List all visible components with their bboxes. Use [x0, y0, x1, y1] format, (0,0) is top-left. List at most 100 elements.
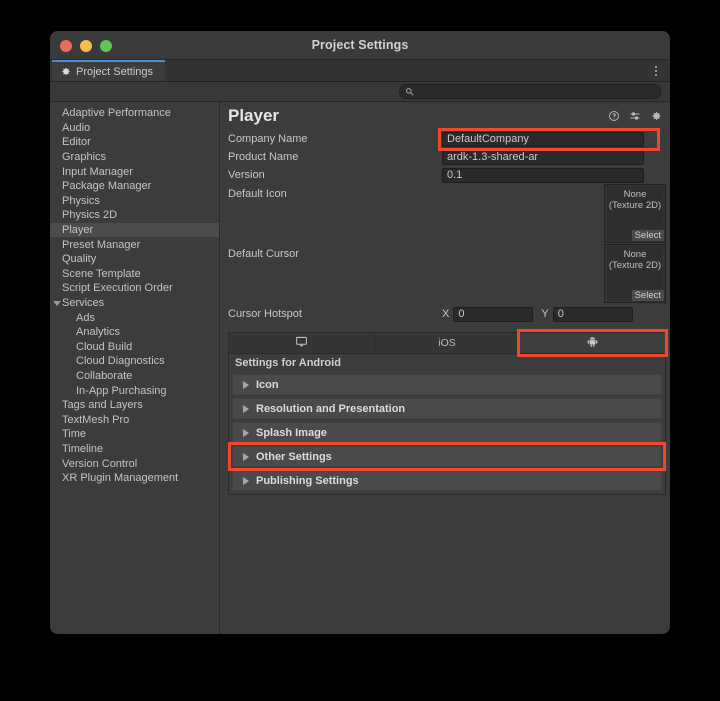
- section-label: Splash Image: [256, 426, 327, 439]
- sidebar-item-label: Analytics: [76, 326, 121, 339]
- sidebar-item-label: In-App Purchasing: [76, 384, 167, 397]
- default-cursor-object-field[interactable]: None (Texture 2D) Select: [604, 244, 666, 303]
- sidebar-item-input-manager[interactable]: Input Manager: [50, 164, 219, 179]
- sidebar-item-scene-template[interactable]: Scene Template: [50, 267, 219, 282]
- default-cursor-label: Default Cursor: [228, 248, 299, 260]
- sidebar-item-label: Adaptive Performance: [62, 107, 171, 120]
- sidebar-item-xr-plugin-management[interactable]: XR Plugin Management: [50, 471, 219, 486]
- sidebar-item-label: Quality: [62, 253, 97, 266]
- hotspot-x-label: X: [442, 308, 450, 320]
- hotspot-x-input[interactable]: 0: [453, 306, 534, 322]
- sidebar-item-adaptive-performance[interactable]: Adaptive Performance: [50, 106, 219, 121]
- version-row: Version 0.1: [220, 166, 670, 184]
- chevron-right-icon[interactable]: [243, 476, 249, 485]
- sidebar-item-label: Collaborate: [76, 369, 133, 382]
- search-icon: [405, 83, 414, 101]
- page-title: Player: [228, 106, 280, 125]
- sidebar-item-tags-and-layers[interactable]: Tags and Layers: [50, 398, 219, 413]
- company-name-input[interactable]: DefaultCompany: [442, 131, 644, 147]
- sidebar-item-label: TextMesh Pro: [62, 413, 130, 426]
- sidebar-item-player[interactable]: Player: [50, 222, 219, 238]
- sidebar-item-label: Player: [62, 224, 94, 237]
- sidebar-item-label: Services: [62, 297, 105, 310]
- preset-icon[interactable]: [629, 109, 641, 127]
- section-label: Icon: [256, 378, 279, 391]
- sidebar-item-physics[interactable]: Physics: [50, 194, 219, 209]
- sidebar-item-textmesh-pro[interactable]: TextMesh Pro: [50, 412, 219, 427]
- sidebar-item-label: Ads: [76, 311, 95, 324]
- chevron-down-icon[interactable]: [53, 300, 61, 306]
- sidebar-item-label: Time: [62, 428, 87, 441]
- platform-tab-android[interactable]: [520, 333, 666, 353]
- section-icon[interactable]: Icon: [232, 374, 662, 395]
- version-input[interactable]: 0.1: [442, 167, 644, 183]
- sidebar-item-package-manager[interactable]: Package Manager: [50, 179, 219, 194]
- gear-icon: [60, 66, 71, 77]
- sidebar-item-cloud-build[interactable]: Cloud Build: [50, 340, 219, 355]
- chevron-right-icon[interactable]: [243, 428, 249, 437]
- platform-tab-ios[interactable]: iOS: [375, 333, 521, 353]
- hotspot-y-input[interactable]: 0: [552, 306, 633, 322]
- section-resolution-and-presentation[interactable]: Resolution and Presentation: [232, 398, 662, 419]
- product-name-input[interactable]: ardk-1.3-shared-ar: [442, 149, 644, 165]
- default-icon-object-field[interactable]: None (Texture 2D) Select: [604, 184, 666, 243]
- chevron-right-icon[interactable]: [243, 404, 249, 413]
- sidebar-item-label: Cloud Diagnostics: [76, 355, 165, 368]
- settings-for-platform-label: Settings for Android: [228, 354, 666, 372]
- sidebar-item-label: Tags and Layers: [62, 399, 143, 412]
- hotspot-y-label: Y: [541, 308, 549, 320]
- sidebar-item-quality[interactable]: Quality: [50, 252, 219, 267]
- sidebar-item-ads[interactable]: Ads: [50, 310, 219, 325]
- sidebar-item-timeline[interactable]: Timeline: [50, 442, 219, 457]
- sidebar-item-audio[interactable]: Audio: [50, 121, 219, 136]
- sidebar-item-script-execution-order[interactable]: Script Execution Order: [50, 281, 219, 296]
- default-cursor-row: Default Cursor None (Texture 2D) Select: [220, 244, 670, 304]
- gear-icon[interactable]: [650, 109, 662, 127]
- window-titlebar: Project Settings: [50, 31, 670, 60]
- chevron-right-icon[interactable]: [243, 380, 249, 389]
- sidebar-item-label: XR Plugin Management: [62, 472, 179, 485]
- version-label: Version: [228, 169, 265, 181]
- product-name-label: Product Name: [228, 151, 299, 163]
- settings-sections-list: Icon Resolution and Presentation Splash Im…: [228, 372, 666, 495]
- tab-label: Project Settings: [76, 65, 154, 78]
- window-body: Adaptive Performance Audio Editor Graphics I…: [50, 102, 670, 634]
- section-other-settings[interactable]: Other Settings: [232, 446, 662, 467]
- cursor-hotspot-label: Cursor Hotspot: [228, 308, 302, 320]
- project-settings-window: Project Settings Project Settings Adapti…: [50, 31, 670, 634]
- sidebar-item-cloud-diagnostics[interactable]: Cloud Diagnostics: [50, 354, 219, 369]
- kebab-menu-icon[interactable]: [650, 63, 662, 78]
- chevron-right-icon[interactable]: [243, 452, 249, 461]
- sidebar-item-label: Physics: [62, 194, 100, 207]
- platform-tab-bar[interactable]: iOS: [228, 332, 666, 354]
- sidebar-item-label: Script Execution Order: [62, 282, 173, 295]
- sidebar-item-analytics[interactable]: Analytics: [50, 325, 219, 340]
- tab-project-settings[interactable]: Project Settings: [52, 60, 166, 81]
- settings-category-list[interactable]: Adaptive Performance Audio Editor Graphics I…: [50, 102, 220, 634]
- sidebar-item-preset-manager[interactable]: Preset Manager: [50, 237, 219, 252]
- section-publishing-settings[interactable]: Publishing Settings: [232, 470, 662, 491]
- sidebar-item-label: Scene Template: [62, 267, 141, 280]
- sidebar-item-label: Graphics: [62, 151, 107, 164]
- sidebar-item-graphics[interactable]: Graphics: [50, 150, 219, 165]
- sidebar-item-physics-2d[interactable]: Physics 2D: [50, 208, 219, 223]
- sidebar-item-in-app-purchasing[interactable]: In-App Purchasing: [50, 383, 219, 398]
- section-label: Publishing Settings: [256, 474, 359, 487]
- sidebar-item-editor[interactable]: Editor: [50, 135, 219, 150]
- default-icon-row: Default Icon None (Texture 2D) Select: [220, 184, 670, 244]
- sidebar-item-collaborate[interactable]: Collaborate: [50, 369, 219, 384]
- help-icon[interactable]: [608, 109, 620, 127]
- sidebar-item-services[interactable]: Services: [50, 296, 219, 311]
- sidebar-item-label: Cloud Build: [76, 340, 133, 353]
- sidebar-item-time[interactable]: Time: [50, 427, 219, 442]
- section-splash-image[interactable]: Splash Image: [232, 422, 662, 443]
- sidebar-item-version-control[interactable]: Version Control: [50, 456, 219, 471]
- tab-strip: Project Settings: [50, 60, 670, 82]
- company-name-row: Company Name DefaultCompany: [220, 130, 670, 148]
- platform-tab-standalone[interactable]: [229, 333, 375, 353]
- default-icon-select-button[interactable]: Select: [631, 230, 664, 241]
- search-input[interactable]: [399, 84, 661, 99]
- sidebar-item-label: Version Control: [62, 457, 138, 470]
- default-cursor-select-button[interactable]: Select: [631, 290, 664, 301]
- default-icon-value: None (Texture 2D): [608, 189, 662, 211]
